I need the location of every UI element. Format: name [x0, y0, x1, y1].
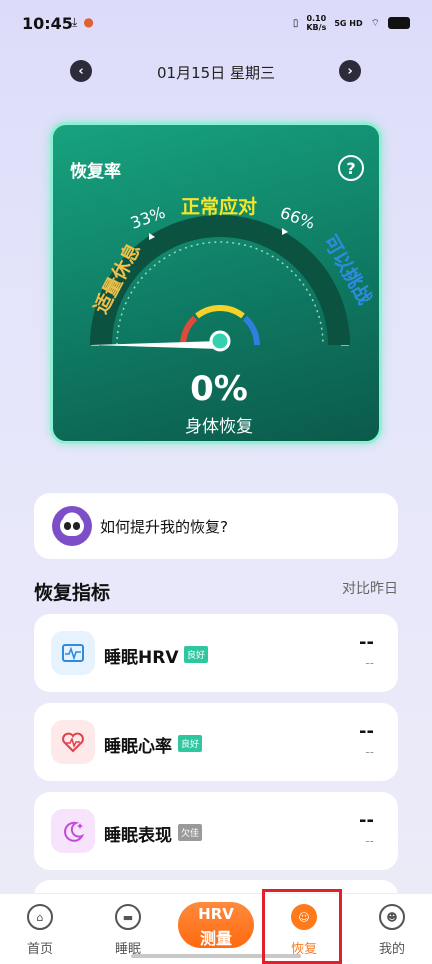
home-icon: ⌂ — [27, 904, 53, 930]
mark-label-66: 66% — [278, 203, 318, 233]
metric-compare-value: -- — [365, 745, 374, 759]
bottom-navigation: ⌂ 首页 ▬ 睡眠 HRV 测量 ☺ 恢复 ☻ 我的 — [0, 893, 432, 964]
compare-yesterday-label: 对比昨日 — [342, 581, 398, 597]
hrv-wave-icon — [51, 631, 95, 675]
metrics-section-title: 恢复指标 — [34, 582, 111, 604]
status-right: ▯ 0.10 KB/s 5G HD ⌔ — [293, 14, 410, 32]
recovery-subtitle: 身体恢复 — [185, 417, 253, 437]
profile-icon: ☻ — [379, 904, 405, 930]
metric-value: -- — [359, 810, 374, 831]
zone-label-normal: 正常应对 — [181, 195, 257, 218]
status-bar: 10:45 ⤓ ● ▯ 0.10 KB/s 5G HD ⌔ — [0, 0, 432, 50]
battery-icon — [388, 17, 410, 29]
metric-label: 睡眠心率 — [104, 737, 172, 757]
status-badge: 良好 — [178, 735, 203, 752]
status-left-icons: ⤓ ● — [72, 15, 94, 30]
nav-sleep[interactable]: ▬ 睡眠 — [98, 904, 158, 957]
current-date: 01月15日 星期三 — [157, 64, 275, 82]
date-navigation: ‹ 01月15日 星期三 › — [0, 60, 432, 86]
recovery-card: 恢复率 ? 适量休息 正常应对 可以挑战 33% 66% 0% 身体恢复 — [50, 122, 382, 444]
metric-label: 睡眠HRV — [104, 648, 179, 668]
nav-label: 首页 — [26, 942, 53, 957]
hrv-label: HRV — [198, 905, 234, 923]
moon-stars-icon — [51, 809, 95, 853]
net-speed-value: 0.10 — [306, 14, 327, 23]
chevron-right-icon[interactable]: › — [339, 60, 361, 82]
tip-text: 如何提升我的恢复? — [100, 518, 228, 536]
metric-value: -- — [359, 721, 374, 742]
download-done-icon: ⤓ — [72, 15, 78, 29]
recovery-value: 0% — [190, 369, 248, 409]
panda-avatar-icon — [52, 506, 92, 546]
hrv-measure-button[interactable]: HRV 测量 — [178, 902, 254, 948]
mini-arc-blue — [242, 315, 260, 346]
nav-profile[interactable]: ☻ 我的 — [362, 904, 422, 957]
panda-face — [60, 516, 84, 536]
nav-home[interactable]: ⌂ 首页 — [10, 904, 70, 957]
metric-label: 睡眠表现 — [104, 826, 172, 846]
metric-card-sleep-performance[interactable]: 睡眠表现 欠佳 -- -- — [34, 792, 398, 870]
hrv-measure-label: 测量 — [199, 929, 232, 948]
panda-eye-right — [73, 522, 80, 530]
bed-icon: ▬ — [115, 904, 141, 930]
status-time: 10:45 — [22, 14, 73, 33]
metric-compare-value: -- — [365, 834, 374, 848]
status-badge: 良好 — [184, 646, 209, 663]
wifi-icon: ⌔ — [370, 17, 380, 29]
vibrate-icon: ▯ — [292, 17, 299, 29]
mark-label-33: 33% — [128, 203, 168, 233]
metric-card-sleep-hrv[interactable]: 睡眠HRV 良好 -- -- — [34, 614, 398, 692]
network-type: 5G HD — [334, 18, 363, 28]
nav-label: 我的 — [378, 942, 405, 957]
mini-arc-yellow — [195, 304, 245, 319]
heart-pulse-icon — [51, 720, 95, 764]
status-badge: 欠佳 — [178, 824, 203, 841]
highlight-box — [262, 889, 342, 964]
gauge-needle-hub — [209, 330, 231, 352]
metric-value: -- — [359, 632, 374, 653]
net-speed: 0.10 KB/s — [306, 14, 326, 32]
net-speed-unit: KB/s — [306, 23, 327, 32]
metric-compare-value: -- — [365, 656, 374, 670]
metric-card-sleep-heart-rate[interactable]: 睡眠心率 良好 -- -- — [34, 703, 398, 781]
app-notification-icon: ● — [83, 15, 94, 29]
recovery-tip-card[interactable]: 如何提升我的恢复? — [34, 493, 398, 559]
mini-arc-red — [180, 315, 198, 346]
panda-eye-left — [64, 522, 71, 530]
